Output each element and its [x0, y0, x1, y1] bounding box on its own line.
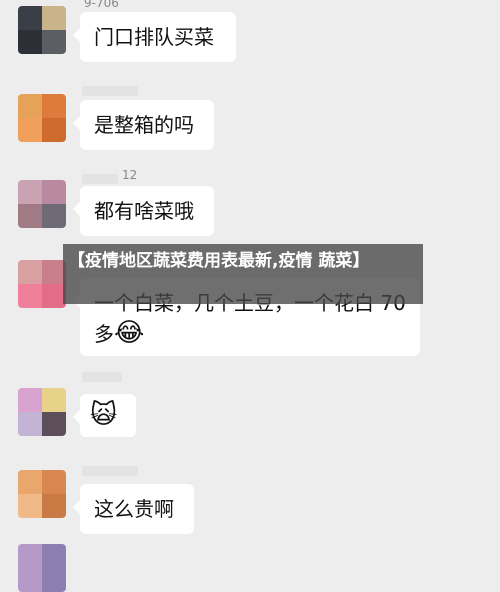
sender-name: 9-706 — [84, 0, 119, 10]
avatar[interactable] — [18, 544, 66, 592]
avatar[interactable] — [18, 260, 66, 308]
message-text: 多 — [94, 322, 114, 346]
overlay-title: 【疫情地区蔬菜费用表最新,疫情 蔬菜】 — [68, 251, 370, 271]
avatar[interactable] — [18, 180, 66, 228]
message-text: 这么贵啊 — [94, 497, 174, 521]
laugh-tears-emoji-icon: 😂 — [114, 318, 145, 348]
avatar[interactable] — [18, 94, 66, 142]
scream-cat-emoji-icon: 🙀 — [90, 400, 118, 430]
avatar[interactable] — [18, 388, 66, 436]
sender-name-blurred — [82, 372, 122, 382]
sender-name-blurred — [82, 86, 138, 96]
sender-name-blurred — [82, 466, 138, 476]
message-text: 都有啥菜哦 — [94, 199, 194, 223]
avatar[interactable] — [18, 6, 66, 54]
message-text: 是整箱的吗 — [94, 113, 194, 137]
avatar[interactable] — [18, 470, 66, 518]
message-bubble[interactable]: 这么贵啊 — [73, 484, 194, 534]
sender-name-fragment: 12 — [122, 168, 138, 182]
sender-name-blurred — [82, 174, 118, 184]
message-bubble[interactable]: 都有啥菜哦 — [73, 186, 214, 236]
message-text: 门口排队买菜 — [94, 25, 214, 49]
message-bubble[interactable]: 🙀 — [73, 394, 136, 437]
message-bubble[interactable]: 门口排队买菜 — [73, 12, 236, 62]
message-bubble[interactable]: 是整箱的吗 — [73, 100, 214, 150]
